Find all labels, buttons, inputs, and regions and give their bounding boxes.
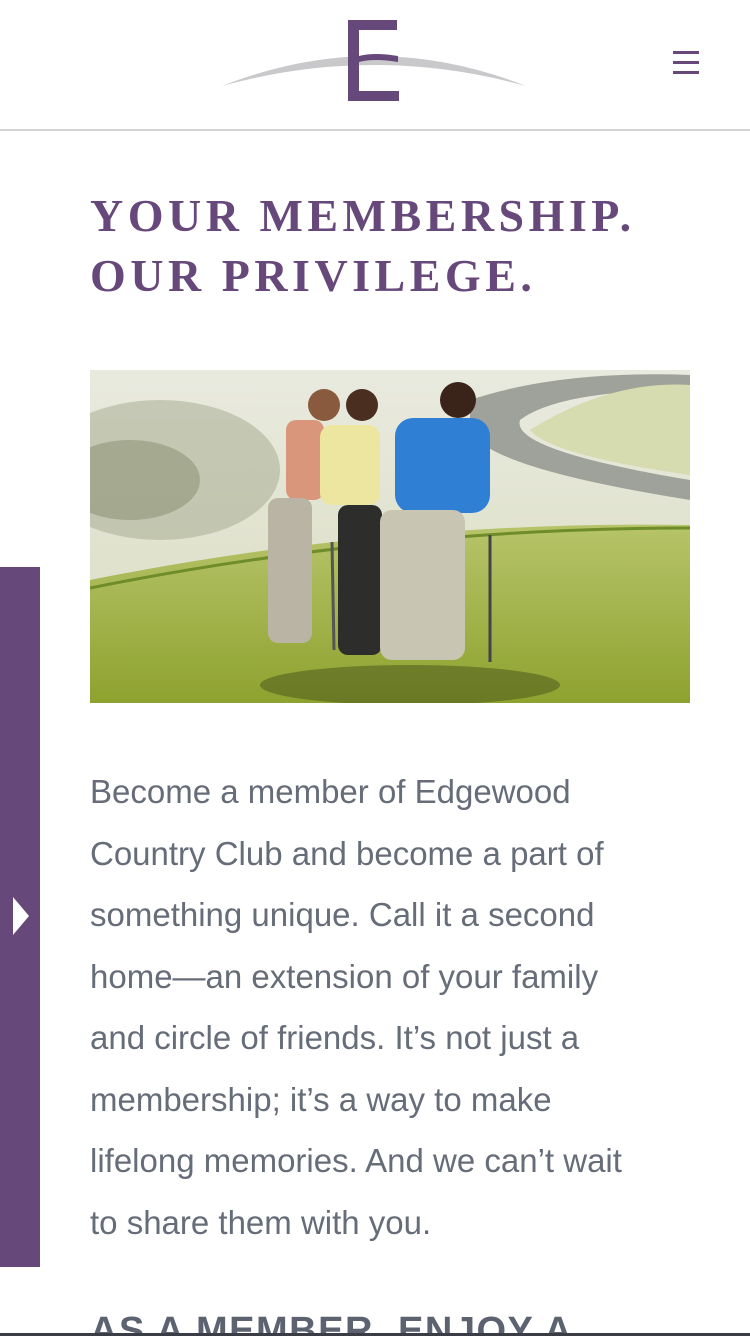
page-title: YOUR MEMBERSHIP. OUR PRIVILEGE. <box>90 186 710 306</box>
page-title-line-1: YOUR MEMBERSHIP. <box>90 190 636 241</box>
page-title-line-2: OUR PRIVILEGE. <box>90 250 537 301</box>
intro-line: and circle of friends. It’s not just a <box>90 1019 580 1056</box>
section-subheading: AS A MEMBER, ENJOY A <box>90 1310 574 1336</box>
hamburger-menu-icon[interactable] <box>664 42 708 82</box>
intro-line: membership; it’s a way to make <box>90 1080 552 1118</box>
intro-line: Country Club and become a part of <box>90 834 604 872</box>
edgewood-logo-icon[interactable] <box>218 16 530 106</box>
intro-line: to share them with you. <box>90 1203 432 1241</box>
caret-right-icon <box>13 897 29 935</box>
intro-line: home—an extension of your family <box>90 957 599 995</box>
intro-line: Become a member of Edgewood <box>90 773 571 810</box>
site-header <box>0 0 750 131</box>
menu-bar-top <box>673 50 699 54</box>
menu-bar-middle <box>673 60 699 64</box>
intro-paragraph: Become a member of Edgewood Country Club… <box>90 761 705 1253</box>
intro-line: something unique. Call it a second <box>90 896 595 933</box>
side-panel-toggle[interactable] <box>0 567 40 1267</box>
menu-bar-bottom <box>673 70 699 74</box>
hero-golfers-photo <box>90 370 690 703</box>
intro-line: lifelong memories. And we can’t wait <box>90 1142 622 1179</box>
